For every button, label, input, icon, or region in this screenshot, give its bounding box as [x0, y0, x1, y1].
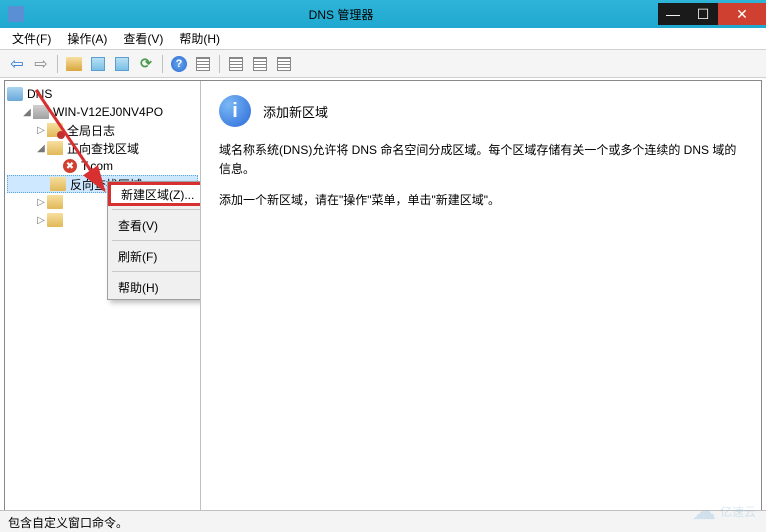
- refresh-button[interactable]: ⟳: [135, 53, 157, 75]
- maximize-button[interactable]: ☐: [688, 3, 718, 25]
- main-pane: DNS ◢ WIN-V12EJ0NV4PO ▷ 全局日志 ◢ 正向查找区域 ✖ …: [4, 80, 762, 512]
- minimize-button[interactable]: —: [658, 3, 688, 25]
- back-button[interactable]: ⇦: [6, 53, 28, 75]
- twisty-icon[interactable]: ▷: [35, 215, 47, 226]
- menu-file[interactable]: 文件(F): [4, 28, 59, 49]
- tree-label: 正向查找区域: [67, 140, 139, 157]
- grid2-icon: [115, 57, 129, 71]
- ctx-label: 刷新(F): [118, 248, 157, 265]
- folder-icon: [50, 177, 66, 191]
- list-button-1[interactable]: [225, 53, 247, 75]
- list-button-3[interactable]: [273, 53, 295, 75]
- tree-server[interactable]: ◢ WIN-V12EJ0NV4PO: [7, 103, 198, 121]
- tree-zone-error[interactable]: ✖ T.com: [7, 157, 198, 175]
- content-pane: i 添加新区域 域名称系统(DNS)允许将 DNS 命名空间分成区域。每个区域存…: [201, 81, 761, 511]
- twisty-icon[interactable]: ▷: [35, 197, 47, 208]
- folder-icon: [66, 57, 82, 71]
- list-button-2[interactable]: [249, 53, 271, 75]
- menubar: 文件(F) 操作(A) 查看(V) 帮助(H): [0, 28, 766, 50]
- grid-icon: [91, 57, 105, 71]
- watermark-text: 亿速云: [720, 503, 756, 520]
- up-folder-button[interactable]: [63, 53, 85, 75]
- statusbar: 包含自定义窗口命令。: [0, 510, 766, 532]
- twisty-icon[interactable]: ◢: [35, 143, 47, 154]
- folder-icon: [47, 141, 63, 155]
- watermark: ☁ 亿速云: [692, 497, 756, 526]
- status-text: 包含自定义窗口命令。: [8, 516, 128, 530]
- dns-icon: [7, 87, 23, 101]
- refresh-icon: ⟳: [140, 55, 152, 72]
- ctx-refresh[interactable]: 刷新(F): [108, 244, 201, 268]
- content-title: 添加新区域: [263, 102, 328, 121]
- list-icon: [229, 57, 243, 71]
- ctx-help[interactable]: 帮助(H): [108, 275, 201, 299]
- ctx-label: 新建区域(Z)...: [121, 186, 194, 203]
- content-header: i 添加新区域: [219, 95, 743, 127]
- separator: [112, 209, 201, 210]
- arrow-back-icon: ⇦: [10, 54, 23, 74]
- list3-icon: [277, 57, 291, 71]
- list2-icon: [253, 57, 267, 71]
- twisty-icon[interactable]: ◢: [21, 107, 33, 118]
- folder-icon: [47, 213, 63, 227]
- tree-forward-zones[interactable]: ◢ 正向查找区域: [7, 139, 198, 157]
- context-menu: 新建区域(Z)... 查看(V) ▶ 刷新(F) 帮助(H): [107, 181, 201, 300]
- tree-global-log[interactable]: ▷ 全局日志: [7, 121, 198, 139]
- info-icon: i: [219, 95, 251, 127]
- tree-label: 全局日志: [67, 122, 115, 139]
- tree-label: DNS: [27, 87, 52, 101]
- toolbar: ⇦ ⇨ ⟳ ?: [0, 50, 766, 78]
- app-icon: [8, 6, 24, 22]
- properties-button[interactable]: [192, 53, 214, 75]
- separator: [57, 55, 58, 73]
- separator: [162, 55, 163, 73]
- forward-button[interactable]: ⇨: [30, 53, 52, 75]
- separator: [112, 240, 201, 241]
- filter-button[interactable]: [111, 53, 133, 75]
- content-paragraph: 域名称系统(DNS)允许将 DNS 命名空间分成区域。每个区域存储有关一个或多个…: [219, 141, 743, 179]
- ctx-label: 帮助(H): [118, 279, 159, 296]
- ctx-new-zone[interactable]: 新建区域(Z)...: [108, 182, 201, 206]
- tree-pane: DNS ◢ WIN-V12EJ0NV4PO ▷ 全局日志 ◢ 正向查找区域 ✖ …: [5, 81, 201, 511]
- window-title: DNS 管理器: [24, 6, 658, 23]
- ctx-label: 查看(V): [118, 217, 158, 234]
- menu-action[interactable]: 操作(A): [59, 28, 115, 49]
- arrow-forward-icon: ⇨: [34, 54, 47, 74]
- cloud-icon: ☁: [692, 497, 716, 526]
- twisty-icon[interactable]: ▷: [35, 125, 47, 136]
- content-paragraph: 添加一个新区域，请在"操作"菜单，单击"新建区域"。: [219, 191, 743, 210]
- separator: [112, 271, 201, 272]
- titlebar: DNS 管理器 — ☐ ✕: [0, 0, 766, 28]
- menu-help[interactable]: 帮助(H): [171, 28, 228, 49]
- view-grid-button[interactable]: [87, 53, 109, 75]
- tree-label: T.com: [81, 159, 113, 173]
- folder-icon: [47, 195, 63, 209]
- content-body: 域名称系统(DNS)允许将 DNS 命名空间分成区域。每个区域存储有关一个或多个…: [219, 141, 743, 211]
- window-controls: — ☐ ✕: [658, 3, 766, 25]
- ctx-view[interactable]: 查看(V) ▶: [108, 213, 201, 237]
- server-icon: [33, 105, 49, 119]
- close-button[interactable]: ✕: [718, 3, 766, 25]
- separator: [219, 55, 220, 73]
- help-button[interactable]: ?: [168, 53, 190, 75]
- error-icon: ✖: [63, 159, 77, 173]
- log-icon: [47, 123, 63, 137]
- tree-label: WIN-V12EJ0NV4PO: [53, 105, 163, 119]
- help-icon: ?: [171, 56, 187, 72]
- tree-root[interactable]: DNS: [7, 85, 198, 103]
- menu-view[interactable]: 查看(V): [115, 28, 171, 49]
- properties-icon: [196, 57, 210, 71]
